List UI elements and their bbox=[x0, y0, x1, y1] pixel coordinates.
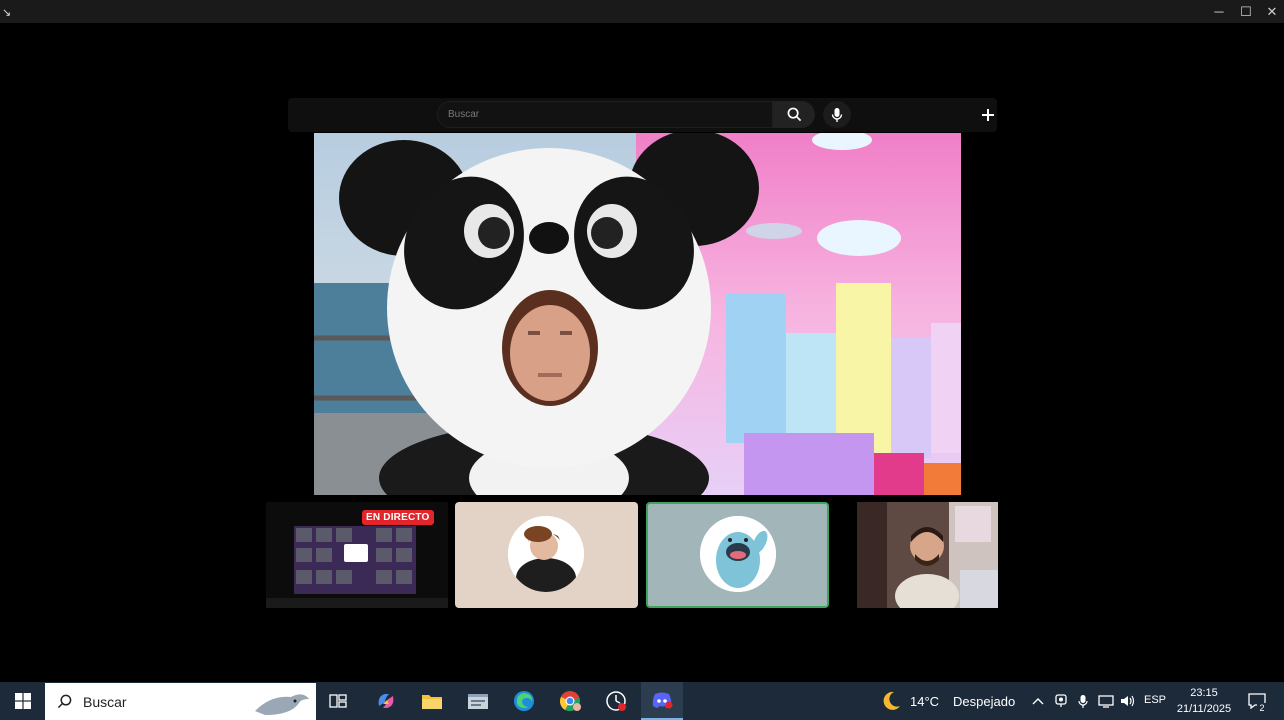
clock-app-button[interactable] bbox=[595, 682, 637, 720]
chrome-icon bbox=[560, 691, 581, 712]
create-button[interactable] bbox=[976, 101, 1000, 128]
taskbar: Buscar 14°C Despejado ESP 23:15 21/11/20… bbox=[0, 682, 1284, 720]
avatar bbox=[508, 516, 584, 592]
language-indicator[interactable]: ESP bbox=[1144, 694, 1166, 706]
folder-icon bbox=[422, 695, 442, 709]
clock-icon bbox=[606, 691, 626, 711]
webcam-preview bbox=[857, 502, 998, 608]
video-frame bbox=[314, 133, 961, 495]
notification-button[interactable]: 2 bbox=[1240, 682, 1274, 720]
search-input[interactable] bbox=[437, 101, 773, 128]
weather-text: Despejado bbox=[953, 693, 1016, 709]
search-button[interactable] bbox=[773, 101, 815, 128]
discord-button[interactable] bbox=[641, 682, 683, 720]
maximize-button[interactable]: ☐ bbox=[1233, 0, 1259, 23]
dolphin-icon bbox=[255, 694, 309, 715]
thumbnail-participant-3[interactable] bbox=[646, 502, 829, 608]
file-explorer-button[interactable] bbox=[411, 682, 453, 720]
task-view-button[interactable] bbox=[317, 682, 359, 720]
discord-icon bbox=[652, 692, 673, 709]
voice-search-button[interactable] bbox=[823, 101, 851, 128]
edge-button[interactable] bbox=[503, 682, 545, 720]
thumbnail-webcam[interactable] bbox=[857, 502, 998, 608]
chrome-button[interactable] bbox=[549, 682, 591, 720]
search-icon bbox=[787, 107, 801, 122]
app-window-icon bbox=[468, 694, 488, 709]
start-button[interactable] bbox=[0, 682, 45, 720]
task-view-icon bbox=[329, 694, 347, 708]
live-badge: EN DIRECTO bbox=[362, 510, 434, 525]
weather-widget[interactable]: 14°C Despejado bbox=[880, 682, 1015, 720]
resize-arrow-icon[interactable]: ↘ bbox=[2, 6, 11, 19]
window-titlebar: ↘ ─ ☐ ✕ bbox=[0, 0, 1284, 23]
moon-icon bbox=[883, 691, 900, 710]
search-icon bbox=[57, 694, 72, 709]
plus-icon bbox=[982, 108, 994, 121]
windows-icon bbox=[14, 693, 31, 709]
edge-icon bbox=[514, 691, 534, 711]
microphone-tray-icon[interactable] bbox=[1072, 682, 1094, 720]
clock-time: 23:15 bbox=[1190, 687, 1218, 699]
volume-tray-icon[interactable] bbox=[1117, 682, 1139, 720]
clock-date: 21/11/2025 bbox=[1176, 703, 1232, 715]
close-button[interactable]: ✕ bbox=[1259, 0, 1284, 23]
notification-count: 2 bbox=[1257, 703, 1267, 713]
tray-chevron-icon[interactable] bbox=[1027, 682, 1049, 720]
avatar bbox=[700, 516, 776, 592]
mic-icon bbox=[831, 107, 843, 122]
app-window-button[interactable] bbox=[457, 682, 499, 720]
search-box bbox=[437, 101, 815, 128]
network-tray-icon[interactable] bbox=[1095, 682, 1117, 720]
thumbnail-participant-2[interactable] bbox=[455, 502, 638, 608]
taskbar-search-label: Buscar bbox=[83, 694, 127, 710]
webcam-tray-icon[interactable] bbox=[1050, 682, 1072, 720]
minimize-button[interactable]: ─ bbox=[1206, 0, 1232, 23]
clock[interactable]: 23:15 21/11/2025 bbox=[1172, 685, 1236, 717]
taskbar-search[interactable]: Buscar bbox=[45, 683, 316, 720]
weather-temp: 14°C bbox=[910, 693, 940, 709]
copilot-button[interactable] bbox=[365, 682, 407, 720]
main-video[interactable] bbox=[314, 133, 961, 495]
copilot-icon bbox=[378, 694, 394, 708]
